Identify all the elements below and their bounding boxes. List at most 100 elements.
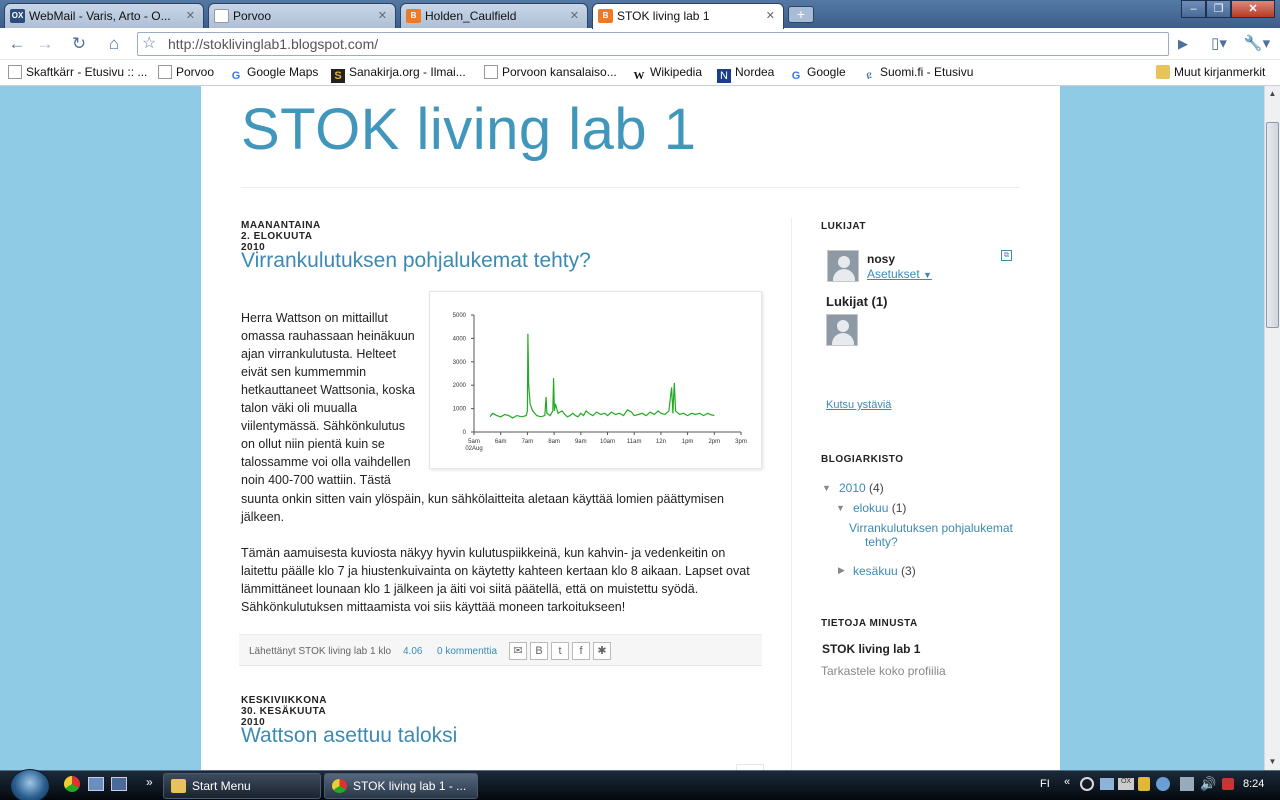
power-chart-image[interactable]: 0 1000 2000 3000 4000 5000 5am 02Aug 6am 7am 8am 9a… [429, 291, 762, 469]
tab-close-icon[interactable]: ✕ [186, 9, 195, 22]
collapsed-toggle-icon[interactable]: ▶ [838, 565, 845, 576]
tray-expand-icon[interactable]: « [1064, 776, 1070, 788]
blogger-icon: B [406, 9, 421, 23]
about-name[interactable]: STOK living lab 1 [822, 642, 920, 656]
chart-x-tick-label: 1pm [682, 439, 694, 445]
tray-app-icon[interactable] [1080, 777, 1094, 791]
blogger-icon: B [598, 9, 613, 23]
maximize-button[interactable]: ❐ [1206, 0, 1231, 18]
post-title[interactable]: Virrankulutuksen pohjalukemat tehty? [241, 249, 591, 273]
minimize-button[interactable]: – [1181, 0, 1206, 18]
quicklaunch-overflow-icon[interactable]: » [146, 775, 153, 789]
bookmark-nordea[interactable]: N Nordea [717, 65, 774, 83]
home-button[interactable]: ⌂ [102, 33, 126, 55]
comments-link[interactable]: 0 kommenttia [437, 646, 497, 657]
expand-toggle-icon[interactable]: ▼ [836, 503, 845, 513]
language-indicator[interactable]: FI [1040, 778, 1050, 790]
bookmark-star-icon[interactable]: ☆ [142, 33, 156, 55]
chevron-down-icon: ▼ [923, 270, 932, 280]
tab-close-icon[interactable]: ✕ [766, 9, 775, 22]
bookmark-wikipedia[interactable]: W Wikipedia [632, 65, 703, 83]
view-profile-link[interactable]: Tarkastele koko profiilia [821, 664, 946, 678]
tab-close-icon[interactable]: ✕ [378, 9, 387, 22]
page-menu-icon[interactable]: ▯▾ [1204, 33, 1234, 55]
bookmark-sanakirja[interactable]: S Sanakirja.org - Ilmai... [331, 65, 466, 83]
settings-link[interactable]: Asetukset ▼ [867, 267, 932, 281]
expand-toggle-icon[interactable]: ▼ [822, 483, 831, 493]
bookmark-porvoo[interactable]: Porvoo [158, 65, 214, 79]
facebook-share-icon[interactable]: f [572, 642, 590, 660]
wrench-menu-icon[interactable]: 🔧▾ [1240, 33, 1274, 55]
network-icon[interactable] [1100, 778, 1114, 790]
tab-stok-active[interactable]: B STOK living lab 1 ✕ [592, 3, 784, 29]
scroll-up-arrow[interactable]: ▲ [1265, 86, 1280, 102]
tab-porvoo[interactable]: Porvoo ✕ [208, 3, 396, 28]
blog-title[interactable]: STOK living lab 1 [241, 96, 697, 163]
other-bookmarks[interactable]: Muut kirjanmerkit [1156, 65, 1265, 79]
post-time-link[interactable]: 4.06 [403, 646, 422, 657]
email-share-icon[interactable]: ✉ [509, 642, 527, 660]
switch-windows-icon[interactable] [111, 777, 127, 791]
volume-icon[interactable]: 🔊 [1200, 776, 1216, 792]
archive-month-label: elokuu [853, 501, 889, 515]
url-input[interactable] [168, 35, 1158, 53]
settings-label: Asetukset [867, 267, 920, 281]
bookmark-label: Google [807, 65, 846, 79]
tab-holden[interactable]: B Holden_Caulfield ✕ [400, 3, 588, 28]
tray-alert-icon[interactable] [1222, 778, 1234, 790]
bookmark-suomi-fi[interactable]: ዩ Suomi.fi - Etusivu [862, 65, 973, 83]
archive-year-2010[interactable]: 2010 (4) [839, 481, 884, 495]
windows-taskbar: » Start Menu STOK living lab 1 - ... FI … [0, 769, 1280, 800]
new-tab-button[interactable]: + [788, 6, 814, 23]
back-button[interactable]: ← [5, 33, 29, 55]
start-button[interactable] [10, 769, 50, 800]
bookmark-label: Wikipedia [650, 65, 703, 79]
reload-button[interactable]: ↻ [67, 33, 91, 55]
post-author-text: Lähettänyt STOK living lab 1 klo [249, 646, 392, 657]
folder-icon [171, 779, 186, 793]
tab-close-icon[interactable]: ✕ [570, 9, 579, 22]
chart-y-tick-label: 2000 [453, 383, 467, 389]
clock[interactable]: 8:24 [1243, 778, 1264, 790]
taskbar-start-menu[interactable]: Start Menu [163, 773, 321, 799]
tab-webmail[interactable]: OX WebMail - Varis, Arto - O... ✕ [4, 3, 204, 28]
scroll-down-arrow[interactable]: ▼ [1265, 754, 1280, 770]
invite-friends-link[interactable]: Kutsu ystäviä [826, 399, 891, 411]
play-icon[interactable]: ▶ [1171, 33, 1195, 55]
archive-post-link[interactable]: Virrankulutuksen pohjalukemat tehty? [849, 521, 1029, 549]
chart-x-tick-label: 6am [495, 439, 507, 445]
twitter-share-icon[interactable]: t [551, 642, 569, 660]
ox-icon: OX [10, 9, 25, 23]
security-icon[interactable] [1138, 777, 1150, 791]
buzz-share-icon[interactable]: ✱ [593, 642, 611, 660]
bookmark-label: Suomi.fi - Etusivu [880, 65, 974, 79]
popout-icon[interactable]: ⧉ [1001, 250, 1012, 261]
blog-this-icon[interactable]: B [530, 642, 548, 660]
archive-month-elokuu[interactable]: elokuu (1) [853, 501, 906, 515]
scroll-thumb[interactable] [1266, 122, 1279, 328]
update-icon[interactable] [1156, 777, 1170, 791]
chart-x-tick-label: 11am [627, 439, 642, 445]
chart-series-line [489, 333, 715, 419]
taskbar-chrome-window[interactable]: STOK living lab 1 - ... [324, 773, 478, 799]
show-desktop-icon[interactable] [88, 777, 104, 791]
tray-monitor-icon[interactable] [1180, 777, 1194, 791]
follower-avatar[interactable] [826, 314, 858, 346]
archive-month-kesakuu[interactable]: kesäkuu (3) [853, 564, 916, 578]
ox-tray-icon[interactable]: OX [1118, 778, 1134, 790]
chart-x-tick-label: 2pm [708, 439, 720, 445]
user-avatar[interactable] [827, 250, 859, 282]
page-scrollbar[interactable]: ▲ ▼ [1264, 86, 1280, 770]
archive-heading: BLOGIARKISTO [821, 454, 904, 465]
chart-x-tick-label: 9am [575, 439, 587, 445]
bookmark-google-maps[interactable]: G Google Maps [229, 65, 319, 83]
post-title[interactable]: Wattson asettuu taloksi [241, 724, 457, 748]
forward-button[interactable]: → [33, 33, 57, 55]
about-heading: TIETOJA MINUSTA [821, 618, 918, 629]
bookmark-skaftkarr[interactable]: Skaftkärr - Etusivu :: ... [8, 65, 147, 79]
bookmark-porvoon-kansalaiso[interactable]: Porvoon kansalaiso... [484, 65, 617, 79]
close-window-button[interactable]: ✕ [1231, 0, 1275, 18]
chrome-quicklaunch-icon[interactable] [64, 776, 80, 792]
address-bar[interactable]: ☆ [137, 32, 1169, 56]
bookmark-google[interactable]: G Google [789, 65, 846, 83]
